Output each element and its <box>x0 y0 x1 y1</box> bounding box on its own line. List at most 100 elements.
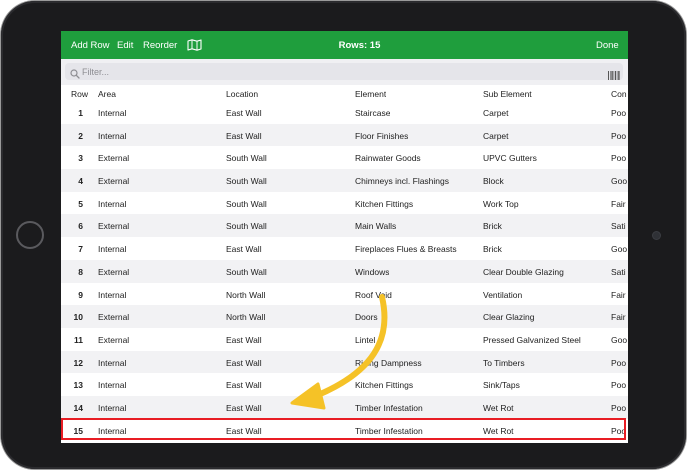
condition-cell: Goo <box>611 334 628 345</box>
area-cell: Internal <box>98 357 127 368</box>
element-cell: Doors <box>355 312 378 323</box>
area-cell: External <box>98 176 130 187</box>
row-number: 15 <box>73 425 83 436</box>
condition-cell: Goo <box>611 244 628 255</box>
area-cell: Internal <box>98 244 127 255</box>
element-cell: Main Walls <box>355 221 397 232</box>
location-cell: East Wall <box>226 108 262 118</box>
row-number: 9 <box>78 289 83 300</box>
condition-cell: Poo <box>611 130 627 141</box>
row-number: 1 <box>78 108 83 118</box>
location-cell: South Wall <box>226 176 267 187</box>
location-cell: South Wall <box>226 221 267 232</box>
condition-cell: Poo <box>611 108 627 118</box>
condition-cell: Fair <box>611 198 626 209</box>
table-row[interactable]: 10 External North Wall Doors Clear Glazing Fa… <box>61 305 628 328</box>
condition-cell: Goo <box>611 176 628 187</box>
location-cell: East Wall <box>226 380 262 391</box>
sub-element-cell: Wet Rot <box>483 402 514 413</box>
location-cell: East Wall <box>226 402 262 413</box>
done-button[interactable]: Done <box>596 40 619 51</box>
table-row[interactable]: 15 Internal East Wall Timber Infestation Wet… <box>61 419 628 442</box>
sub-element-cell: Clear Double Glazing <box>483 266 564 277</box>
element-cell: Fireplaces Flues & Breasts <box>355 244 457 255</box>
table-row[interactable]: 7 Internal East Wall Fireplaces Flues & Bre… <box>61 237 628 260</box>
table-row[interactable]: 12 Internal East Wall Rising Dampness To Tim… <box>61 350 628 374</box>
location-cell: South Wall <box>226 153 267 164</box>
location-cell: North Wall <box>226 289 266 300</box>
area-cell: External <box>98 153 130 164</box>
navigation-bar: Add Row Edit Reorder Rows: 15 Done <box>61 31 628 59</box>
sub-element-cell: Work Top <box>483 198 519 209</box>
element-cell: Roof Void <box>355 289 392 300</box>
row-number: 5 <box>78 198 83 209</box>
table-row[interactable]: 9 Internal North Wall Roof Void Ventilation F… <box>61 283 628 306</box>
row-number: 11 <box>74 334 83 345</box>
location-cell: South Wall <box>226 266 267 277</box>
element-cell: Lintel <box>355 334 376 345</box>
sub-element-cell: To Timbers <box>483 357 525 368</box>
table-row[interactable]: 14 Internal East Wall Timber Infestation Wet… <box>61 395 628 419</box>
table-row[interactable]: 2 Internal East Wall Floor Finishes Carpet Po… <box>61 123 628 147</box>
camera-icon <box>653 232 660 239</box>
condition-cell: Sati <box>611 221 626 232</box>
row-number: 4 <box>78 176 83 187</box>
table-row[interactable]: 11 External East Wall Lintel Pressed Galvani… <box>61 328 628 351</box>
barcode-icon[interactable] <box>608 67 620 85</box>
filter-input[interactable] <box>82 64 582 79</box>
condition-cell: Fair <box>611 312 626 323</box>
header-row[interactable]: Row <box>71 89 88 99</box>
area-cell: External <box>98 334 130 345</box>
search-field[interactable] <box>65 63 623 80</box>
table-row[interactable]: 8 External South Wall Windows Clear Double G… <box>61 259 628 283</box>
header-sub-element[interactable]: Sub Element <box>483 89 532 99</box>
element-cell: Kitchen Fittings <box>355 380 414 391</box>
element-cell: Kitchen Fittings <box>355 198 414 209</box>
location-cell: East Wall <box>226 425 262 436</box>
row-number: 3 <box>78 153 83 164</box>
row-number: 12 <box>73 357 83 368</box>
search-icon <box>70 66 80 84</box>
location-cell: East Wall <box>226 130 262 141</box>
table-row[interactable]: 1 Internal East Wall Staircase Carpet Poo <box>61 101 628 124</box>
sub-element-cell: Carpet <box>483 130 509 141</box>
rows-count-title: Rows: 15 <box>338 40 381 51</box>
table-row[interactable]: 6 External South Wall Main Walls Brick Sati <box>61 214 628 238</box>
condition-cell: Sati <box>611 266 626 277</box>
condition-cell: Poo <box>611 380 627 391</box>
row-number: 7 <box>78 244 83 255</box>
header-location[interactable]: Location <box>226 89 258 99</box>
condition-cell: Fair <box>611 289 626 300</box>
condition-cell: Poo <box>611 153 627 164</box>
row-number: 13 <box>73 380 83 391</box>
header-area[interactable]: Area <box>98 89 116 99</box>
area-cell: External <box>98 221 130 232</box>
element-cell: Chimneys incl. Flashings <box>355 176 450 187</box>
area-cell: External <box>98 266 130 277</box>
row-number: 8 <box>78 266 83 277</box>
app-screen: Add Row Edit Reorder Rows: 15 Done Filte… <box>61 31 628 443</box>
sub-element-cell: Carpet <box>483 108 509 118</box>
area-cell: External <box>98 312 130 323</box>
table-row[interactable]: 4 External South Wall Chimneys incl. Flashi… <box>61 169 628 192</box>
location-cell: North Wall <box>226 312 266 323</box>
home-button[interactable] <box>16 221 44 249</box>
table-row[interactable]: 3 External South Wall Rainwater Goods UPVC G… <box>61 146 628 169</box>
table-row[interactable]: 5 Internal South Wall Kitchen Fittings Work … <box>61 192 628 215</box>
header-condition[interactable]: Con <box>611 89 627 99</box>
area-cell: Internal <box>98 289 127 300</box>
element-cell: Staircase <box>355 108 391 118</box>
sub-element-cell: Block <box>483 176 504 187</box>
row-number: 6 <box>78 221 83 232</box>
row-number: 2 <box>78 130 83 141</box>
header-element[interactable]: Element <box>355 89 386 99</box>
table-row[interactable]: 13 Internal East Wall Kitchen Fittings Sink/… <box>61 373 628 396</box>
row-number: 14 <box>73 402 83 413</box>
area-cell: Internal <box>98 198 127 209</box>
element-cell: Timber Infestation <box>355 402 423 413</box>
location-cell: South Wall <box>226 198 267 209</box>
sub-element-cell: Clear Glazing <box>483 312 535 323</box>
sub-element-cell: Wet Rot <box>483 425 514 436</box>
area-cell: Internal <box>98 402 127 413</box>
condition-cell: Poo <box>611 357 627 368</box>
